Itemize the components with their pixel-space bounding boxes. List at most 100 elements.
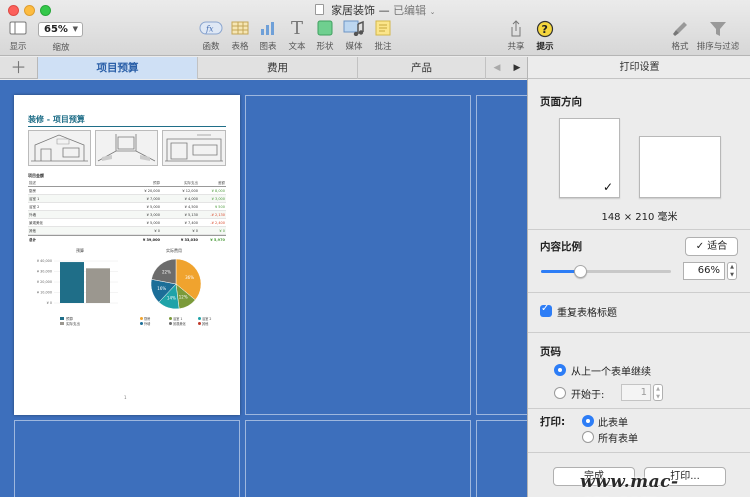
pie-slice-label: 14% <box>167 296 176 301</box>
tips-label: 提示 <box>536 42 554 52</box>
zoom-select[interactable]: 65% ▼ <box>38 22 83 37</box>
cell-diff: ¥ 500 <box>214 205 225 209</box>
start-at-radio[interactable] <box>554 387 566 399</box>
text-icon: T <box>290 18 303 39</box>
chevron-down-icon: ▼ <box>72 25 78 33</box>
chevron-down-icon[interactable]: ⌄ <box>430 8 436 16</box>
divider <box>528 452 750 453</box>
print-setup-inspector: 打印设置 页面方向 ✓ 148 × 210 毫米 内容比例 ✓ 适合 66% ▲… <box>527 57 750 497</box>
divider <box>528 332 750 333</box>
cell-description: 浴室 2 <box>29 205 40 209</box>
sort-filter-button[interactable]: 排序与过滤 <box>694 20 742 52</box>
pie-slice-label: 22% <box>162 270 171 275</box>
repeat-headers-checkbox[interactable]: ✓ <box>540 303 552 317</box>
print-page: 装修 - 项目预算 项目金额 描述 预算 实际支出 差额 厨房 ¥ 20,000… <box>14 95 240 415</box>
orientation-label: 页面方向 <box>540 96 582 108</box>
portrait-orientation-option[interactable]: ✓ <box>559 118 620 198</box>
scale-slider[interactable] <box>541 265 671 278</box>
repeat-headers-label: 重复表格标题 <box>557 308 617 319</box>
print-label: 打印: <box>540 416 566 428</box>
room-sketch-image <box>95 130 158 166</box>
legend-label: 浴室 1 <box>173 317 183 321</box>
tab-expenses[interactable]: 费用 <box>198 57 358 79</box>
legend-dot <box>198 317 201 320</box>
shape-icon <box>313 20 337 38</box>
page-numbers-label: 页码 <box>540 346 561 358</box>
function-label: 函数 <box>202 42 220 52</box>
text-label: 文本 <box>288 42 306 52</box>
all-sheets-label: 所有表单 <box>598 434 638 445</box>
page-placeholder <box>245 95 471 415</box>
continue-radio[interactable] <box>554 364 566 376</box>
zoom-value: 65% <box>44 24 68 35</box>
cell-diff: ¥ 3,000 <box>211 197 225 201</box>
table-body: 厨房 ¥ 20,000 ¥ 12,000 ¥ 8,000 浴室 1 ¥ 7,000 ¥ 4,… <box>28 187 226 235</box>
legend-dot <box>140 322 143 325</box>
table-row: 浴室 2 ¥ 5,000 ¥ 4,500 ¥ 500 <box>28 203 226 211</box>
legend-label: 外墙 <box>144 322 151 326</box>
legend-item: 其他 <box>198 322 227 327</box>
view-button[interactable]: 显示 <box>6 20 30 52</box>
cell-diff: -¥ 2,400 <box>210 221 225 225</box>
cell-actual: ¥ 5,130 <box>184 213 198 217</box>
paintbrush-icon <box>668 20 692 38</box>
cell-budget: ¥ 7,000 <box>146 197 160 201</box>
share-icon <box>504 20 528 38</box>
cell-budget: ¥ 3,000 <box>146 213 160 217</box>
cell-description: 其他 <box>29 229 36 233</box>
header-budget: 预算 <box>153 181 160 185</box>
fit-button[interactable]: ✓ 适合 <box>685 237 738 256</box>
scroll-tabs-right-button[interactable]: ▶ <box>506 57 528 79</box>
scale-input[interactable]: 66% <box>683 262 725 280</box>
page-placeholder <box>245 420 471 497</box>
legend-item: 景观美化 <box>169 322 198 327</box>
document-name: 家居装饰 <box>331 4 376 17</box>
inspector-header: 打印设置 <box>528 57 750 79</box>
total-actual: ¥ 33,030 <box>180 238 198 242</box>
bar-legend: 预算 实际支出 <box>60 317 80 327</box>
svg-text:?: ? <box>542 23 548 36</box>
tab-products[interactable]: 产品 <box>358 57 486 79</box>
chart-button[interactable]: 图表 <box>256 20 280 52</box>
bar-chart: ¥ 40,000 ¥ 30,000 ¥ 20,000 ¥ 10,000 ¥ 0 <box>37 259 118 305</box>
cell-budget: ¥ 5,000 <box>146 205 160 209</box>
comment-button[interactable]: 批注 <box>371 20 395 52</box>
landscape-orientation-option[interactable] <box>639 136 721 198</box>
function-button[interactable]: fx 函数 <box>198 20 224 52</box>
zoom-label-wrap: 缩放 <box>46 41 76 53</box>
chart-icon <box>256 20 280 38</box>
cell-actual: ¥ 12,000 <box>182 189 198 193</box>
cell-diff: -¥ 2,130 <box>210 213 225 217</box>
checkmark-icon: ✓ <box>602 180 613 194</box>
text-button[interactable]: T 文本 <box>285 18 309 53</box>
table-row: 浴室 1 ¥ 7,000 ¥ 4,000 ¥ 3,000 <box>28 195 226 203</box>
legend-swatch <box>60 322 64 325</box>
start-at-input[interactable]: 1 <box>621 384 651 401</box>
share-button[interactable]: 共享 <box>504 20 528 52</box>
shape-button[interactable]: 形状 <box>313 20 337 52</box>
tips-button[interactable]: ? 提示 <box>532 20 558 52</box>
y-tick-label: ¥ 20,000 <box>37 280 52 284</box>
media-button[interactable]: 媒体 <box>341 20 367 52</box>
scale-slider-knob[interactable] <box>574 265 587 278</box>
scroll-tabs-left-button[interactable]: ◀ <box>486 57 508 79</box>
sheet-title: 装修 - 项目预算 <box>28 115 85 124</box>
format-button[interactable]: 格式 <box>668 20 692 52</box>
scale-stepper[interactable]: ▲ ▼ <box>727 262 737 280</box>
all-sheets-radio[interactable] <box>582 431 594 443</box>
document-icon <box>314 4 324 15</box>
legend-label: 浴室 2 <box>202 317 212 321</box>
add-sheet-button[interactable]: ＋ <box>0 57 38 79</box>
pie-slice-label: 36% <box>185 275 194 280</box>
total-budget: ¥ 39,000 <box>142 238 160 242</box>
kitchen-sketch-image <box>28 130 91 166</box>
table-header-row: 描述 预算 实际支出 差额 <box>28 179 226 187</box>
scale-label: 内容比例 <box>540 241 582 253</box>
this-sheet-radio[interactable] <box>582 415 594 427</box>
cell-actual: ¥ 4,000 <box>184 197 198 201</box>
cell-actual: ¥ 7,400 <box>184 221 198 225</box>
tab-project-budget[interactable]: 项目预算 <box>38 57 198 79</box>
start-at-stepper[interactable]: ▲ ▼ <box>653 384 663 401</box>
table-button[interactable]: 表格 <box>228 20 252 52</box>
format-label: 格式 <box>671 42 689 52</box>
